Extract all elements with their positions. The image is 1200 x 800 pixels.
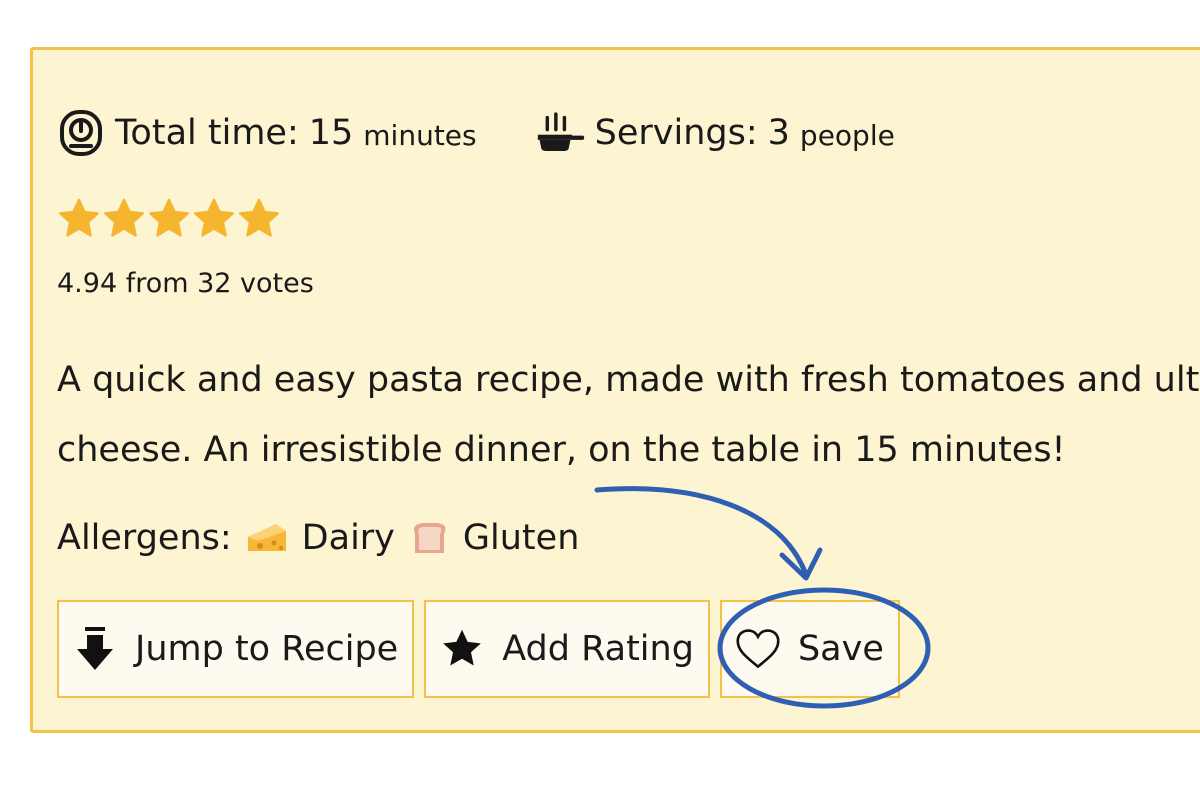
recipe-meta: Total time: 15 minutes Servings: 3 peopl… <box>57 108 955 158</box>
servings-value: 3 <box>767 113 790 153</box>
description-line: cheese. An irresistible dinner, on the t… <box>57 430 1066 470</box>
arrow-down-icon <box>73 627 117 671</box>
servings: Servings: 3 people <box>537 109 895 157</box>
allergens: Allergens: Dairy Gluten <box>57 518 579 558</box>
servings-unit: people <box>799 118 895 152</box>
allergen-dairy: Dairy <box>301 518 395 558</box>
servings-label: Servings: <box>594 113 758 153</box>
save-button[interactable]: Save <box>719 600 900 698</box>
save-label: Save <box>797 629 884 669</box>
rating-star-icon[interactable] <box>57 197 101 241</box>
rating-star-icon[interactable] <box>192 197 236 241</box>
timer-icon <box>57 109 105 157</box>
allergens-label: Allergens: <box>57 518 232 558</box>
add-rating-button[interactable]: Add Rating <box>424 600 710 698</box>
total-time-unit: minutes <box>363 118 477 152</box>
star-icon <box>440 627 484 671</box>
rating-summary: 4.94 from 32 votes <box>57 268 314 299</box>
add-rating-label: Add Rating <box>502 629 694 669</box>
cheese-icon <box>246 521 288 555</box>
rating-star-icon[interactable] <box>102 197 146 241</box>
recipe-card: Total time: 15 minutes Servings: 3 peopl… <box>30 47 1200 733</box>
total-time-value: 15 <box>308 113 354 153</box>
action-buttons: Jump to Recipe Add Rating Save <box>57 600 910 698</box>
total-time: Total time: 15 minutes <box>57 109 477 157</box>
total-time-label: Total time: <box>115 113 299 153</box>
rating-stars[interactable] <box>57 197 282 241</box>
jump-to-recipe-label: Jump to Recipe <box>135 629 399 669</box>
recipe-description: A quick and easy pasta recipe, made with… <box>57 345 1200 485</box>
allergen-gluten: Gluten <box>462 518 580 558</box>
bread-icon <box>409 520 449 556</box>
jump-to-recipe-button[interactable]: Jump to Recipe <box>57 600 415 698</box>
pan-icon <box>537 109 585 157</box>
description-line: A quick and easy pasta recipe, made with… <box>57 360 1200 400</box>
rating-star-icon[interactable] <box>237 197 281 241</box>
heart-icon <box>736 627 780 671</box>
rating-star-icon[interactable] <box>147 197 191 241</box>
